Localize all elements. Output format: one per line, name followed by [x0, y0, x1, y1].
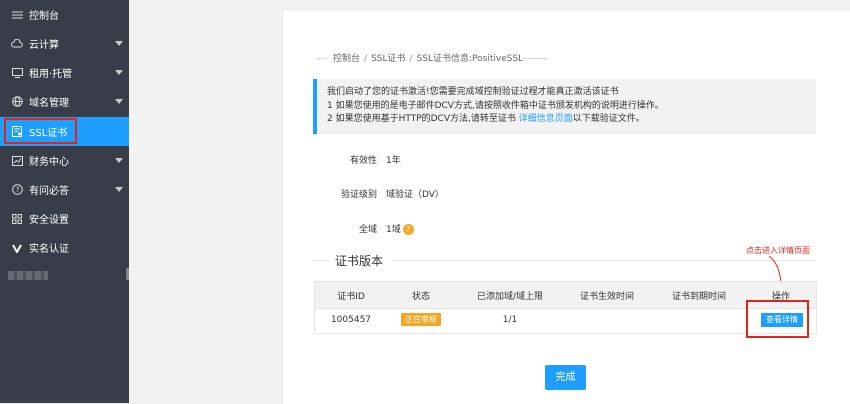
- chevron-down-icon: [115, 187, 123, 192]
- content-panel: [282, 9, 850, 404]
- sidebar-item-label: 实名认证: [29, 244, 69, 255]
- chevron-down-icon: [115, 70, 123, 75]
- column-header: 证书生效时间: [579, 292, 634, 302]
- breadcrumb-console[interactable]: 控制台: [333, 54, 360, 64]
- breadcrumb-separator: /: [409, 54, 413, 64]
- domains-cell: 1/1: [502, 315, 518, 325]
- validity-value: 1年: [386, 156, 401, 166]
- grid-icon: [11, 213, 23, 225]
- sidebar: 控制台 云计算 租用·托管 域名管理 SSL证书 财务中心 ? 有问必答 安全设…: [0, 0, 129, 403]
- breadcrumb: 控制台 / SSL证书 / SSL证书信息:PositiveSSL: [333, 51, 523, 64]
- sidebar-item-verification[interactable]: 实名认证: [0, 233, 129, 262]
- cloud-icon: [11, 38, 23, 50]
- wildcard-value: 1域: [386, 225, 401, 235]
- sidebar-item-domains[interactable]: 域名管理: [0, 87, 129, 116]
- sidebar-item-label: 控制台: [29, 11, 59, 22]
- column-header: 证书到期时间: [671, 292, 726, 302]
- breadcrumb-separator: /: [364, 54, 368, 64]
- validity-label: 有效性: [349, 156, 377, 166]
- notice-text: 以下载验证文件。: [572, 114, 645, 124]
- breadcrumb-divider: [523, 58, 547, 59]
- notice-line: 2 如果您使用基于HTTP的DCV方法,请转至证书 详细信息页面以下载验证文件。: [327, 113, 816, 127]
- section-title: 证书版本: [335, 254, 384, 268]
- notice-line: 我们启动了您的证书激活!您需要完成域控制验证过程才能真正激活该证书: [327, 87, 619, 97]
- sidebar-item-label: 域名管理: [29, 98, 69, 109]
- cert-id-cell: 1005457: [330, 315, 372, 325]
- help-icon[interactable]: ?: [402, 224, 414, 235]
- column-header: 状态: [411, 292, 430, 302]
- annotation-text: 点击进入详情页面: [746, 246, 810, 255]
- sliders-icon: [11, 9, 23, 21]
- sidebar-item-label: SSL证书: [29, 128, 68, 139]
- wildcard-value-wrap: 1域?: [386, 222, 414, 235]
- sidebar-item-qa[interactable]: ? 有问必答: [0, 175, 129, 204]
- notice-line: 1 如果您使用的是电子邮件DCV方式,请按照收件箱中证书颁发机构的说明进行操作。: [327, 100, 664, 111]
- status-badge: 正在审核: [401, 313, 441, 326]
- certificate-icon: [11, 126, 23, 138]
- column-header: 已添加域/域上限: [476, 292, 544, 302]
- sidebar-item-label: 租用·托管: [29, 69, 73, 80]
- sidebar-item-ssl[interactable]: SSL证书: [0, 117, 129, 146]
- column-header: 证书ID: [337, 292, 365, 302]
- chart-icon: [11, 155, 23, 167]
- column-header: 操作: [771, 292, 790, 302]
- chevron-down-icon: [115, 158, 123, 163]
- chevron-down-icon: [115, 99, 123, 104]
- section-divider: [314, 260, 330, 261]
- chevron-down-icon: [115, 41, 123, 46]
- validation-level-label: 验证级别: [340, 190, 377, 200]
- globe-icon: [11, 96, 23, 108]
- sidebar-item-finance[interactable]: 财务中心: [0, 146, 129, 175]
- sidebar-item-label: 财务中心: [29, 157, 69, 168]
- activation-notice: 我们启动了您的证书激活!您需要完成域控制验证过程才能真正激活该证书 1 如果您使…: [313, 79, 816, 134]
- monitor-icon: [11, 67, 23, 79]
- details-page-link[interactable]: 详细信息页面: [519, 114, 573, 124]
- wildcard-label: 全域: [358, 225, 377, 235]
- certificate-table: 证书ID 状态 已添加域/域上限 证书生效时间 证书到期时间 操作 100545…: [314, 281, 817, 334]
- section-divider: [392, 260, 816, 261]
- notice-text: 2 如果您使用基于HTTP的DCV方法,请转至证书: [327, 114, 519, 124]
- sidebar-item-hosting[interactable]: 租用·托管: [0, 58, 129, 87]
- sidebar-item-label: 有问必答: [29, 186, 69, 197]
- breadcrumb-ssl[interactable]: SSL证书: [371, 54, 405, 64]
- sidebar-item-label: 云计算: [29, 40, 59, 51]
- sidebar-item-label: 安全设置: [29, 215, 69, 226]
- view-details-button[interactable]: 查看详情: [761, 313, 803, 327]
- v-icon: [11, 242, 23, 254]
- user-info-blurred: [8, 271, 48, 280]
- status-cell: 正在审核: [391, 313, 451, 326]
- breadcrumb-current: SSL证书信息:PositiveSSL: [416, 54, 524, 64]
- breadcrumb-divider: [317, 58, 327, 59]
- done-button[interactable]: 完成: [545, 365, 586, 390]
- svg-text:?: ?: [15, 186, 19, 194]
- sidebar-item-security[interactable]: 安全设置: [0, 204, 129, 233]
- sidebar-item-cloud[interactable]: 云计算: [0, 29, 129, 58]
- validation-level-value: 域验证（DV）: [386, 190, 444, 200]
- question-icon: ?: [11, 184, 23, 196]
- sidebar-item-console[interactable]: 控制台: [0, 0, 129, 29]
